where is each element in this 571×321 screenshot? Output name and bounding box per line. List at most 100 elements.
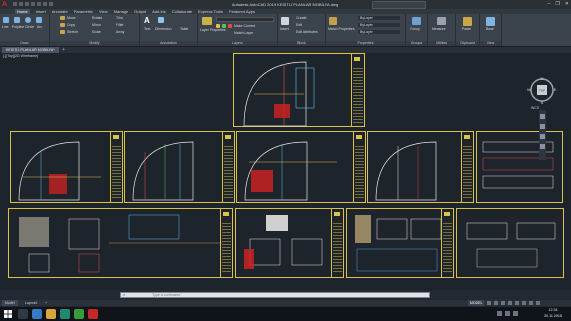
- grid-icon[interactable]: [487, 301, 492, 305]
- text-button[interactable]: Text: [144, 27, 150, 31]
- network-icon[interactable]: [497, 311, 502, 316]
- drawing-sheet-3b[interactable]: [235, 208, 344, 278]
- line-icon[interactable]: [3, 17, 9, 23]
- viewcube-top-face[interactable]: TOP: [539, 89, 545, 93]
- polyline-icon[interactable]: [14, 17, 20, 23]
- wcs-menu[interactable]: WCS: [531, 106, 539, 110]
- text-icon[interactable]: A: [144, 17, 152, 25]
- browser-icon[interactable]: [32, 309, 42, 319]
- measure-button[interactable]: Measure: [432, 27, 446, 31]
- osnap-icon[interactable]: [515, 301, 520, 305]
- groups-panel-title[interactable]: Groups: [406, 41, 427, 46]
- pan-icon[interactable]: [540, 124, 545, 129]
- move-button[interactable]: Move: [67, 16, 76, 20]
- command-input[interactable]: Type a command: [152, 292, 180, 298]
- edit-attributes-button[interactable]: Edit Attributes: [296, 30, 318, 34]
- clock-time[interactable]: 12:34: [538, 308, 568, 312]
- base-button[interactable]: Base: [486, 27, 494, 31]
- zoom-icon[interactable]: [540, 134, 545, 139]
- draw-panel-title[interactable]: Draw: [0, 41, 49, 46]
- group-icon[interactable]: [412, 17, 421, 25]
- viewcube-north[interactable]: N: [541, 76, 544, 81]
- layer-properties-button[interactable]: Layer Properties: [200, 28, 226, 32]
- match-properties-button[interactable]: Match Properties: [328, 27, 354, 31]
- dimension-icon[interactable]: [158, 17, 164, 23]
- circle-icon[interactable]: [25, 17, 31, 23]
- orbit-icon[interactable]: [540, 144, 545, 149]
- stretch-button[interactable]: Stretch: [67, 30, 78, 34]
- ortho-icon[interactable]: [501, 301, 506, 305]
- customize-icon[interactable]: [536, 301, 541, 305]
- arc-icon[interactable]: [36, 17, 42, 23]
- autocad-taskbar-icon[interactable]: [88, 309, 98, 319]
- polar-icon[interactable]: [508, 301, 513, 305]
- base-view-icon[interactable]: [486, 17, 495, 26]
- saveas-icon[interactable]: [31, 2, 35, 6]
- annotation-scale-icon[interactable]: [522, 301, 527, 305]
- volume-icon[interactable]: [505, 311, 510, 316]
- line-button[interactable]: Line: [2, 25, 9, 29]
- drawing-sheet-top[interactable]: [233, 53, 365, 127]
- drawing-sheet-3d[interactable]: [456, 208, 564, 278]
- viewcube-east[interactable]: E: [554, 87, 557, 92]
- arc-button[interactable]: Arc: [37, 25, 42, 29]
- array-button[interactable]: Array: [116, 30, 124, 34]
- clipboard-panel-title[interactable]: Clipboard: [456, 41, 479, 46]
- dimension-button[interactable]: Dimension: [155, 27, 172, 31]
- drawing-sheet-2a[interactable]: [10, 131, 123, 203]
- drawing-sheet-3c[interactable]: [346, 208, 454, 278]
- tab-model[interactable]: Model: [2, 300, 18, 306]
- whatsapp-icon[interactable]: [74, 309, 84, 319]
- close-button[interactable]: ✕: [565, 1, 569, 7]
- viewcube-south[interactable]: S: [541, 100, 544, 105]
- model-space-button[interactable]: MODEL: [468, 300, 485, 306]
- drawing-sheet-2d[interactable]: [367, 131, 474, 203]
- drawing-sheet-2c[interactable]: [236, 131, 366, 203]
- layer-dropdown[interactable]: [216, 17, 274, 22]
- viewcube[interactable]: N S E W TOP: [527, 75, 557, 105]
- clock-date[interactable]: 20.11.2018: [538, 314, 568, 318]
- annotation-panel-title[interactable]: Annotation: [140, 41, 197, 46]
- properties-panel-title[interactable]: Properties: [326, 41, 405, 46]
- drawing-area[interactable]: [-][Top][2D Wireframe]: [0, 53, 571, 290]
- tab-layout1[interactable]: Layout1: [22, 300, 40, 306]
- color-dropdown[interactable]: ByLayer: [358, 16, 400, 20]
- layer-properties-icon[interactable]: [202, 17, 212, 25]
- workspace-icon[interactable]: [529, 301, 534, 305]
- mirror-button[interactable]: Mirror: [92, 23, 101, 27]
- polyline-button[interactable]: Polyline: [12, 25, 24, 29]
- viewport-label[interactable]: [-][Top][2D Wireframe]: [3, 54, 38, 58]
- make-current-button[interactable]: Make Current: [234, 24, 255, 28]
- windows-start-icon[interactable]: [4, 310, 12, 318]
- insert-button[interactable]: Insert: [280, 27, 289, 31]
- lineweight-dropdown[interactable]: ByLayer: [358, 23, 400, 27]
- match-properties-icon[interactable]: [329, 17, 337, 25]
- block-panel-title[interactable]: Block: [278, 41, 325, 46]
- minimize-button[interactable]: –: [548, 1, 551, 7]
- print-icon[interactable]: [37, 2, 41, 6]
- linetype-dropdown[interactable]: ByLayer: [358, 30, 400, 34]
- save-icon[interactable]: [25, 2, 29, 6]
- create-button[interactable]: Create: [296, 16, 307, 20]
- search-input[interactable]: [372, 1, 426, 9]
- file-explorer-icon[interactable]: [46, 309, 56, 319]
- new-icon[interactable]: [13, 2, 17, 6]
- command-line-close-button[interactable]: ×: [123, 292, 125, 298]
- steering-wheel-icon[interactable]: [540, 114, 545, 119]
- task-view-icon[interactable]: [18, 309, 28, 319]
- paste-icon[interactable]: [463, 17, 472, 26]
- group-button[interactable]: Group: [410, 27, 420, 31]
- paste-button[interactable]: Paste: [462, 27, 471, 31]
- language-icon[interactable]: [513, 311, 518, 316]
- snap-icon[interactable]: [494, 301, 499, 305]
- add-layout-button[interactable]: +: [42, 300, 50, 306]
- open-icon[interactable]: [19, 2, 23, 6]
- circle-button[interactable]: Circle: [25, 25, 34, 29]
- redo-icon[interactable]: [49, 2, 53, 6]
- insert-block-icon[interactable]: [281, 17, 289, 25]
- layers-panel-title[interactable]: Layers: [198, 41, 277, 46]
- copy-button[interactable]: Copy: [67, 23, 75, 27]
- rotate-button[interactable]: Rotate: [92, 16, 102, 20]
- scale-button[interactable]: Scale: [92, 30, 101, 34]
- store-icon[interactable]: [60, 309, 70, 319]
